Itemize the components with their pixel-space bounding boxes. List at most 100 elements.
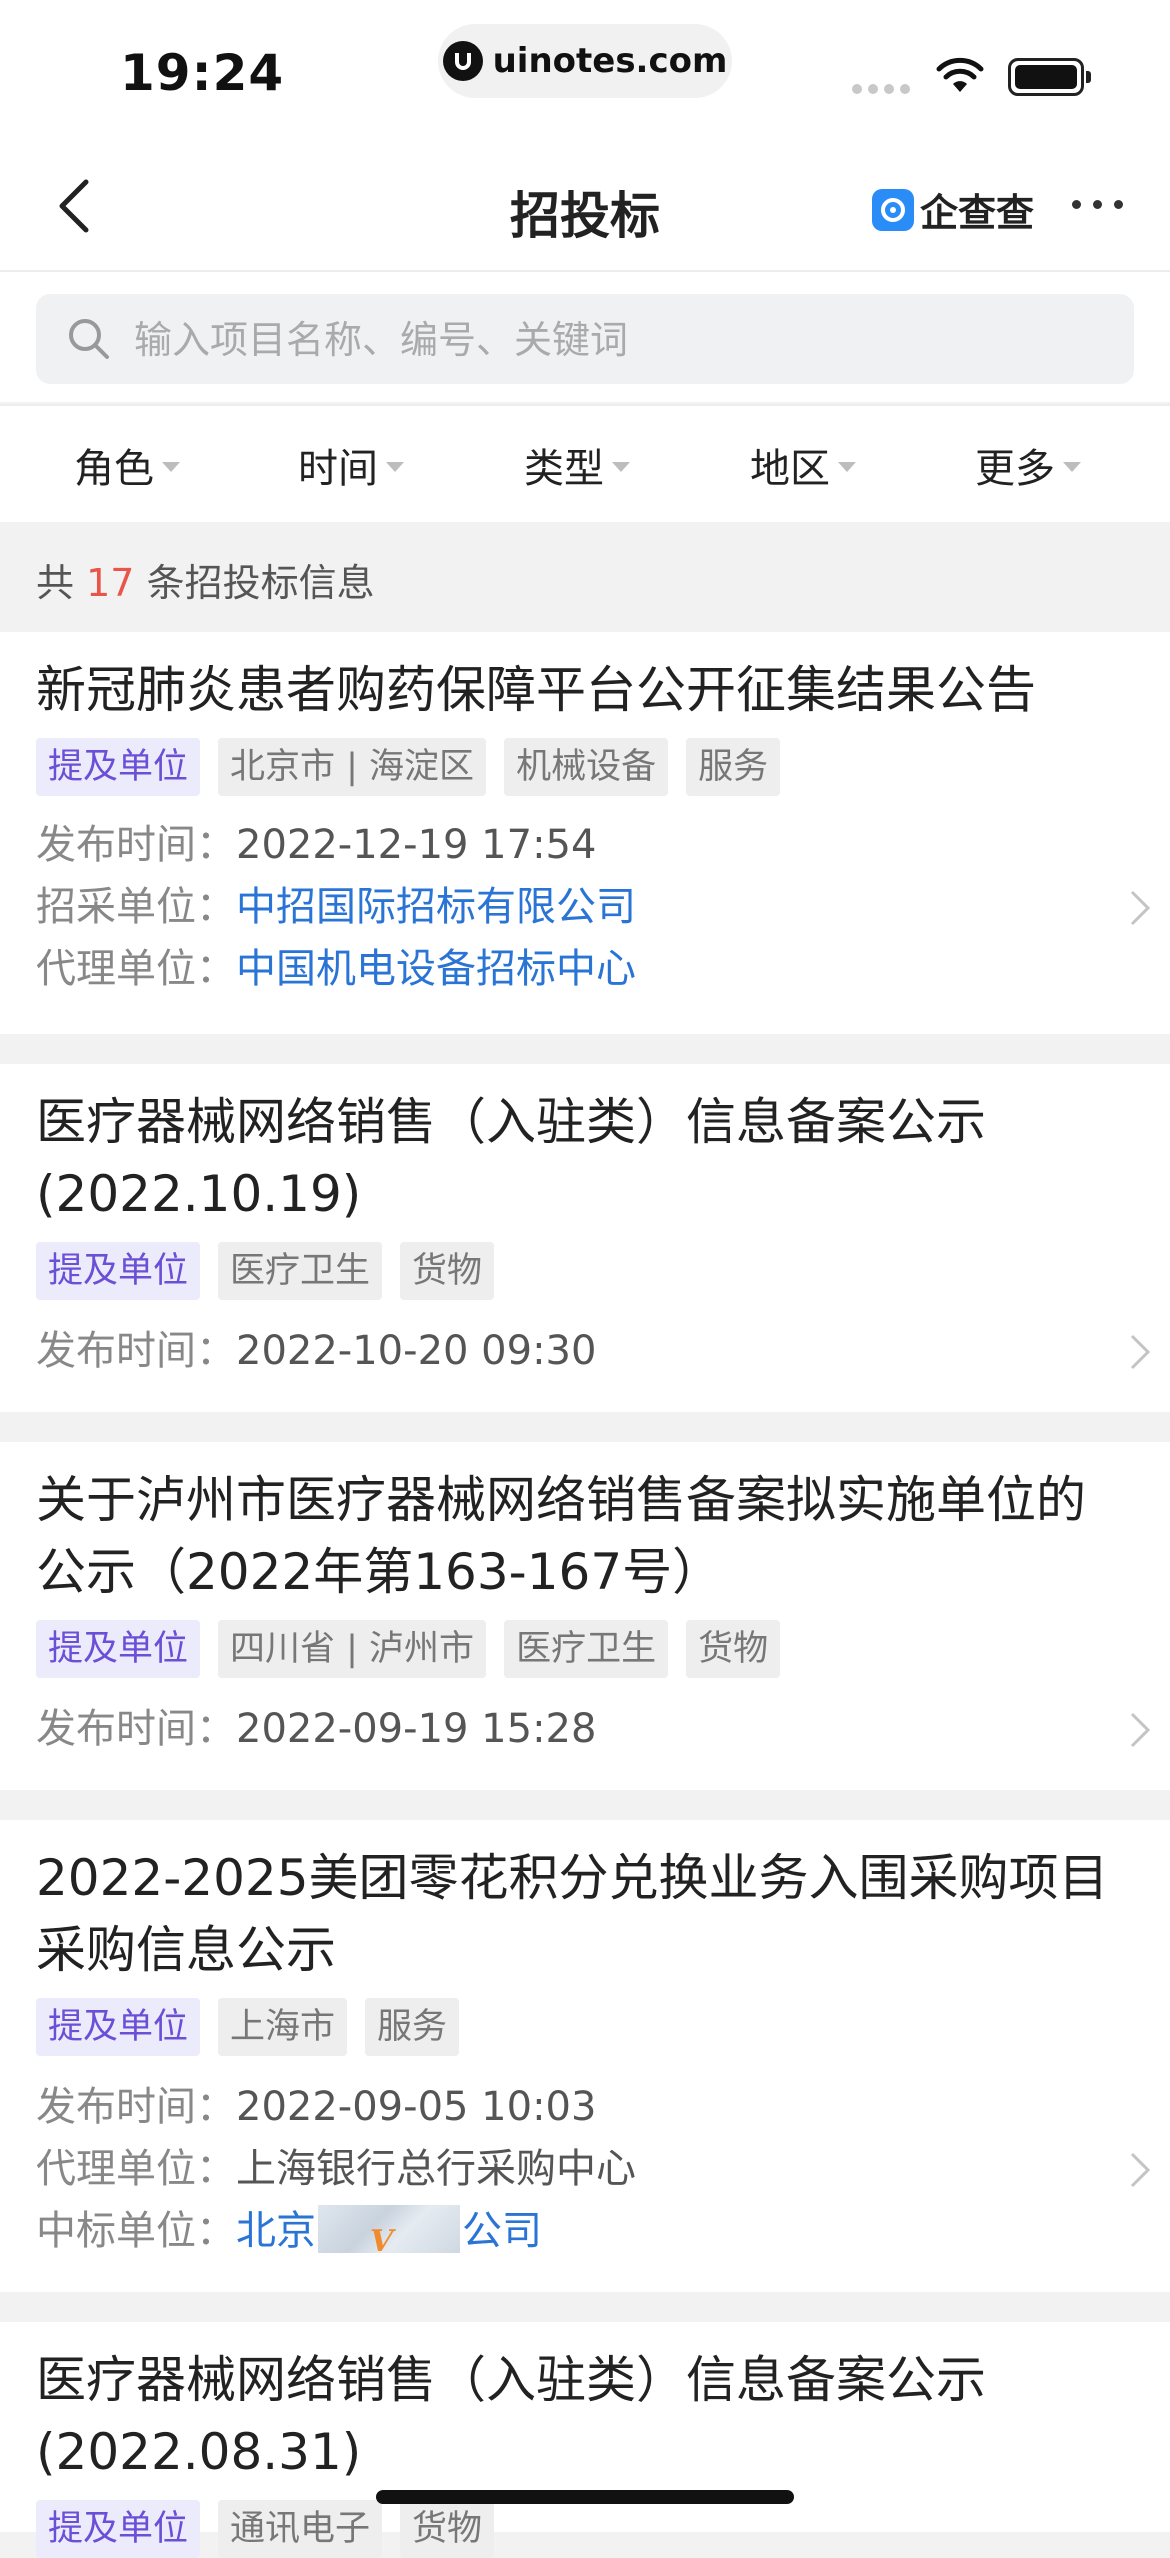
tag-industry: 医疗卫生 [218, 1242, 383, 1300]
chevron-right-icon [1130, 1712, 1151, 1748]
publish-time: 发布时间：2022-10-20 09:30 [36, 1320, 596, 1382]
winner-name-start: 北京 [236, 2208, 316, 2254]
caret-down-icon [162, 462, 180, 472]
url-pill[interactable]: uinotes.com [438, 24, 732, 98]
purchaser-link[interactable]: 中招国际招标有限公司 [236, 884, 636, 930]
battery-icon [1008, 58, 1091, 96]
publish-time: 发布时间：2022-09-19 15:28 [36, 1698, 596, 1760]
filter-role[interactable]: 角色 [74, 406, 180, 524]
meta-label: 代理单位： [36, 2146, 236, 2192]
filter-label: 地区 [750, 446, 830, 492]
chevron-right-icon [1130, 890, 1151, 926]
tag-industry: 机械设备 [504, 738, 669, 796]
tag-mentioned-unit: 提及单位 [36, 2500, 201, 2558]
result-count: 共 17 条招投标信息 [36, 552, 375, 607]
publish-time: 发布时间：2022-12-19 17:54 [36, 814, 596, 876]
tag-mentioned-unit: 提及单位 [36, 1998, 201, 2056]
meta-label: 发布时间： [36, 822, 236, 868]
tag-category: 货物 [400, 2500, 495, 2558]
caret-down-icon [612, 462, 630, 472]
filter-label: 类型 [524, 446, 604, 492]
tender-title[interactable]: 新冠肺炎患者购药保障平台公开征集结果公告 [36, 654, 1110, 726]
brand-link[interactable]: 企查查 [872, 182, 1034, 237]
filter-bar: 角色 时间 类型 地区 更多 [0, 404, 1170, 522]
winning-bidder: 中标单位：北京 V 公司 [36, 2200, 542, 2262]
tag-mentioned-unit: 提及单位 [36, 1620, 201, 1678]
chevron-right-icon [1130, 2152, 1151, 2188]
chevron-right-icon [1130, 1334, 1151, 1370]
tag-list: 提及单位 通讯电子 货物 [36, 2500, 495, 2558]
tender-card[interactable]: 关于泸州市医疗器械网络销售备案拟实施单位的公示（2022年第163-167号） … [0, 1442, 1170, 1790]
tag-category: 货物 [400, 1242, 495, 1300]
winner-name-end: 公司 [462, 2208, 542, 2254]
agency: 代理单位：中国机电设备招标中心 [36, 938, 636, 1000]
tag-region: 北京市 | 海淀区 [218, 738, 487, 796]
meta-value: 上海银行总行采购中心 [236, 2146, 636, 2192]
nav-bar: 招投标 企查查 [0, 140, 1170, 272]
meta-value: 2022-12-19 17:54 [236, 822, 597, 868]
meta-value: 2022-10-20 09:30 [236, 1328, 597, 1374]
tag-list: 提及单位 上海市 服务 [36, 1998, 460, 2056]
meta-label: 发布时间： [36, 1706, 236, 1752]
tender-card[interactable]: 医疗器械网络销售（入驻类）信息备案公示(2022.10.19) 提及单位 医疗卫… [0, 1064, 1170, 1412]
filter-time[interactable]: 时间 [298, 406, 404, 524]
meta-label: 发布时间： [36, 2084, 236, 2130]
filter-label: 更多 [975, 446, 1055, 492]
filter-label: 角色 [74, 446, 154, 492]
tag-list: 提及单位 医疗卫生 货物 [36, 1242, 495, 1300]
url-text: uinotes.com [492, 41, 728, 81]
filter-region[interactable]: 地区 [750, 406, 856, 524]
tender-title[interactable]: 2022-2025美团零花积分兑换业务入围采购项目采购信息公示 [36, 1842, 1110, 1986]
agency-link[interactable]: 中国机电设备招标中心 [236, 946, 636, 992]
meta-label: 代理单位： [36, 946, 236, 992]
site-logo-icon [442, 41, 483, 81]
winner-link[interactable]: 北京 V 公司 [236, 2205, 542, 2259]
filter-type[interactable]: 类型 [524, 406, 630, 524]
meta-label: 招采单位： [36, 884, 236, 930]
meta-label: 发布时间： [36, 1328, 236, 1374]
caret-down-icon [1063, 462, 1081, 472]
tag-region: 四川省 | 泸州市 [218, 1620, 487, 1678]
vip-blur-mask[interactable]: V [318, 2205, 460, 2259]
tag-industry: 医疗卫生 [504, 1620, 669, 1678]
count-number: 17 [86, 561, 135, 605]
home-indicator[interactable] [376, 2490, 794, 2504]
tender-title[interactable]: 关于泸州市医疗器械网络销售备案拟实施单位的公示（2022年第163-167号） [36, 1464, 1110, 1608]
search-section [0, 272, 1170, 402]
filter-more[interactable]: 更多 [975, 406, 1081, 524]
tag-category: 服务 [365, 1998, 460, 2056]
result-count-bar: 共 17 条招投标信息 [0, 522, 1170, 632]
tag-mentioned-unit: 提及单位 [36, 1242, 201, 1300]
search-icon [69, 319, 109, 359]
tag-list: 提及单位 北京市 | 海淀区 机械设备 服务 [36, 738, 781, 796]
tag-region: 上海市 [218, 1998, 348, 2056]
cellular-signal-icon [852, 84, 910, 94]
vip-mark: V [370, 2224, 394, 2259]
purchaser: 招采单位：中招国际招标有限公司 [36, 876, 636, 938]
status-bar: 19:24 uinotes.com [0, 0, 1170, 140]
more-options-icon[interactable] [1072, 200, 1123, 209]
status-time: 19:24 [120, 44, 285, 102]
tender-card[interactable]: 2022-2025美团零花积分兑换业务入围采购项目采购信息公示 提及单位 上海市… [0, 1820, 1170, 2292]
brand-logo-icon [872, 188, 914, 231]
tender-title[interactable]: 医疗器械网络销售（入驻类）信息备案公示(2022.10.19) [36, 1086, 1110, 1230]
filter-label: 时间 [298, 446, 378, 492]
count-prefix: 共 [36, 561, 75, 605]
meta-value: 2022-09-19 15:28 [236, 1706, 597, 1752]
agency: 代理单位：上海银行总行采购中心 [36, 2138, 636, 2200]
caret-down-icon [838, 462, 856, 472]
count-suffix: 条招投标信息 [146, 561, 375, 605]
meta-value: 2022-09-05 10:03 [236, 2084, 597, 2130]
tag-category: 服务 [686, 738, 781, 796]
tender-title[interactable]: 医疗器械网络销售（入驻类）信息备案公示(2022.08.31) [36, 2344, 1110, 2488]
tag-industry: 通讯电子 [218, 2500, 383, 2558]
search-box[interactable] [36, 294, 1134, 386]
tender-card[interactable]: 新冠肺炎患者购药保障平台公开征集结果公告 提及单位 北京市 | 海淀区 机械设备… [0, 632, 1170, 1034]
meta-label: 中标单位： [36, 2208, 236, 2254]
wifi-icon [936, 57, 984, 92]
caret-down-icon [386, 462, 404, 472]
publish-time: 发布时间：2022-09-05 10:03 [36, 2076, 596, 2138]
search-input[interactable] [132, 294, 1116, 386]
tag-list: 提及单位 四川省 | 泸州市 医疗卫生 货物 [36, 1620, 781, 1678]
tag-category: 货物 [686, 1620, 781, 1678]
